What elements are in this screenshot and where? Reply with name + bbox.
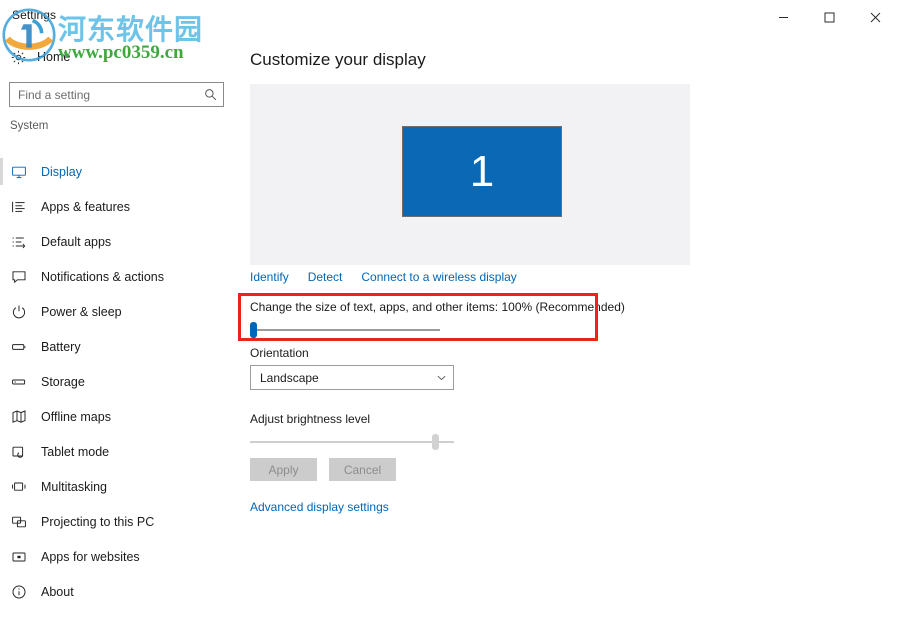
- home-label: Home: [37, 50, 71, 64]
- identify-link[interactable]: Identify: [250, 270, 289, 284]
- monitor-1-thumbnail[interactable]: 1: [402, 126, 562, 217]
- sidebar-item-offline-maps[interactable]: Offline maps: [0, 399, 236, 434]
- map-icon: [10, 408, 27, 425]
- watermark-url-text: www.pc0359.cn: [58, 42, 184, 63]
- sidebar-item-label: Apps for websites: [41, 549, 140, 564]
- brightness-slider-thumb[interactable]: [432, 434, 439, 450]
- scale-slider-track[interactable]: [250, 329, 440, 331]
- sidebar-item-about[interactable]: About: [0, 574, 236, 609]
- settings-window: Settings Home Find a setting System Disp…: [0, 0, 898, 634]
- sidebar-item-notifications-actions[interactable]: Notifications & actions: [0, 259, 236, 294]
- button-row: Apply Cancel: [250, 458, 396, 481]
- brightness-slider[interactable]: [250, 432, 454, 452]
- sidebar-item-default-apps[interactable]: Default apps: [0, 224, 236, 259]
- battery-icon: [10, 338, 27, 355]
- sidebar-item-label: Storage: [41, 374, 85, 389]
- monitor-icon: [10, 163, 27, 180]
- minimize-button[interactable]: [760, 0, 806, 34]
- monitor-number-label: 1: [469, 146, 495, 196]
- sidebar-item-label: About: [41, 584, 74, 599]
- display-preview-panel: 1: [250, 84, 690, 265]
- sidebar-item-label: Offline maps: [41, 409, 111, 424]
- scale-label: Change the size of text, apps, and other…: [250, 300, 625, 314]
- window-controls: [760, 0, 898, 34]
- project-icon: [10, 513, 27, 530]
- sidebar: System Display Apps & features Default a…: [0, 118, 236, 634]
- sidebar-item-label: Tablet mode: [41, 444, 110, 459]
- sidebar-item-label: Multitasking: [41, 479, 107, 494]
- connect-wireless-display-link[interactable]: Connect to a wireless display: [361, 270, 516, 284]
- sidebar-item-display[interactable]: Display: [0, 154, 236, 189]
- storage-icon: [10, 373, 27, 390]
- window-title: Settings: [12, 8, 57, 22]
- apply-button[interactable]: Apply: [250, 458, 317, 481]
- sidebar-item-label: Display: [41, 164, 82, 179]
- sidebar-item-projecting-to-this-pc[interactable]: Projecting to this PC: [0, 504, 236, 539]
- orientation-dropdown[interactable]: Landscape: [250, 365, 454, 390]
- scale-slider[interactable]: [250, 320, 440, 340]
- title-bar: Settings: [0, 0, 898, 34]
- orientation-selected-value: Landscape: [260, 370, 319, 385]
- advanced-display-settings-link[interactable]: Advanced display settings: [250, 500, 389, 514]
- sidebar-nav-list: Display Apps & features Default apps Not…: [0, 154, 236, 609]
- sidebar-item-tablet-mode[interactable]: Tablet mode: [0, 434, 236, 469]
- speech-bubble-icon: [10, 268, 27, 285]
- page-title: Customize your display: [250, 50, 426, 69]
- sidebar-item-label: Projecting to this PC: [41, 514, 155, 529]
- sidebar-item-power-sleep[interactable]: Power & sleep: [0, 294, 236, 329]
- detect-link[interactable]: Detect: [308, 270, 343, 284]
- sidebar-item-label: Default apps: [41, 234, 112, 249]
- gear-icon: [10, 49, 27, 66]
- sidebar-group-title: System: [10, 120, 49, 132]
- sidebar-item-apps-for-websites[interactable]: Apps for websites: [0, 539, 236, 574]
- tablet-icon: [10, 443, 27, 460]
- power-icon: [10, 303, 27, 320]
- sidebar-item-label: Notifications & actions: [41, 269, 164, 284]
- sidebar-item-apps-features[interactable]: Apps & features: [0, 189, 236, 224]
- sidebar-item-label: Apps & features: [41, 199, 130, 214]
- list-icon: [10, 198, 27, 215]
- close-button[interactable]: [852, 0, 898, 34]
- search-icon[interactable]: [199, 84, 221, 106]
- orientation-label: Orientation: [250, 346, 309, 360]
- sidebar-item-storage[interactable]: Storage: [0, 364, 236, 399]
- sidebar-item-battery[interactable]: Battery: [0, 329, 236, 364]
- cancel-button[interactable]: Cancel: [329, 458, 396, 481]
- scale-slider-thumb[interactable]: [250, 322, 257, 338]
- info-icon: [10, 583, 27, 600]
- default-apps-icon: [10, 233, 27, 250]
- display-action-links: Identify Detect Connect to a wireless di…: [250, 270, 517, 284]
- multitask-icon: [10, 478, 27, 495]
- search-input[interactable]: [10, 87, 199, 102]
- search-box[interactable]: [9, 82, 224, 107]
- maximize-button[interactable]: [806, 0, 852, 34]
- sidebar-item-multitasking[interactable]: Multitasking: [0, 469, 236, 504]
- apps-websites-icon: [10, 548, 27, 565]
- brightness-slider-track[interactable]: [250, 441, 454, 443]
- sidebar-item-label: Power & sleep: [41, 304, 122, 319]
- home-nav-item[interactable]: Home: [10, 46, 70, 68]
- main-content: Customize your display 1 Identify Detect…: [236, 34, 898, 634]
- sidebar-item-label: Battery: [41, 339, 81, 354]
- chevron-down-icon[interactable]: [429, 366, 453, 389]
- brightness-label: Adjust brightness level: [250, 412, 371, 426]
